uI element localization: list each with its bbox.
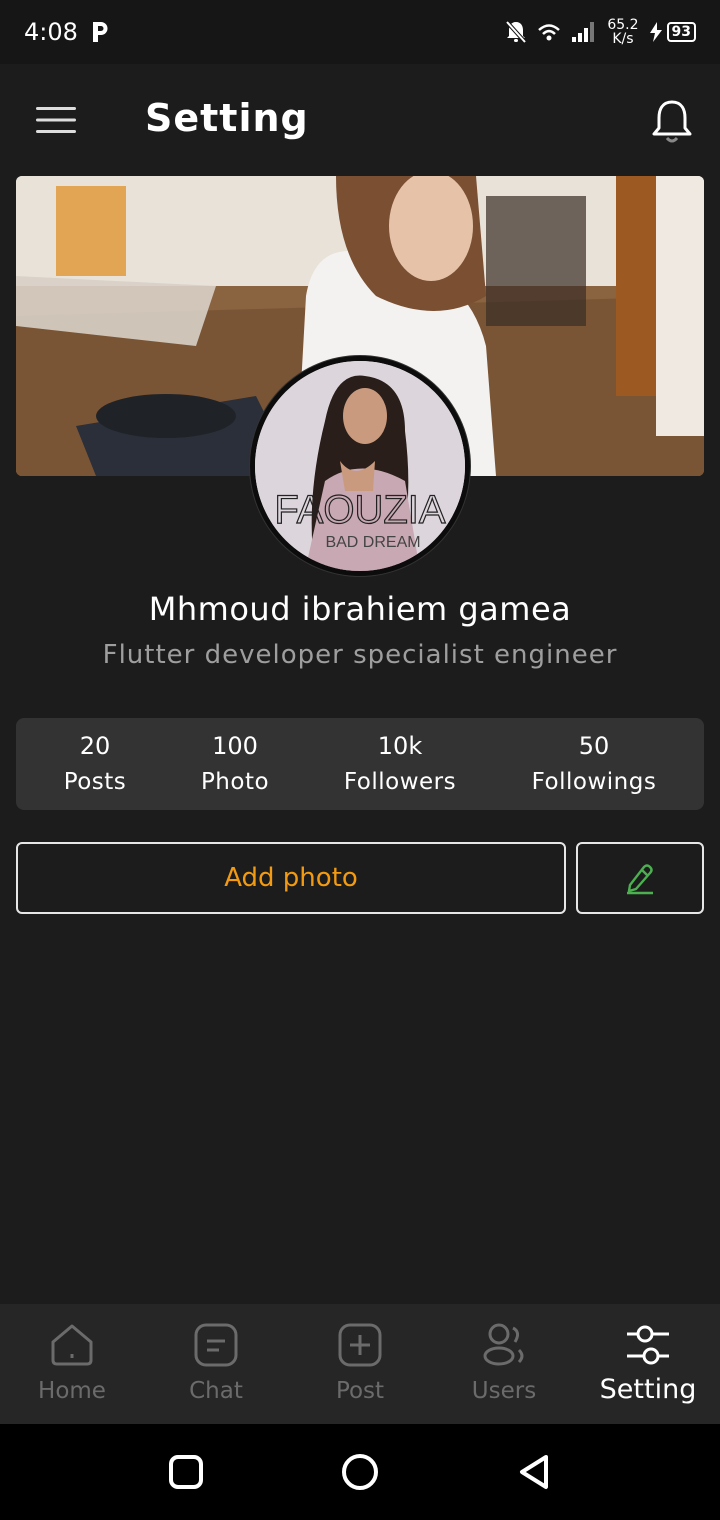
nav-item-home[interactable]: Home <box>0 1304 144 1424</box>
stat-posts[interactable]: 20 Posts <box>44 730 146 802</box>
stat-followings[interactable]: 50 Followings <box>516 730 672 802</box>
status-time: 4:08 <box>24 18 78 46</box>
nav-label-post: Post <box>335 1378 385 1404</box>
stat-followers[interactable]: 10k Followers <box>330 730 470 802</box>
nav-label-users: Users <box>471 1378 537 1404</box>
status-icons: 65.2 K/s 93 <box>505 16 696 48</box>
nav-label-home: Home <box>38 1378 106 1404</box>
stat-photos[interactable]: 100 Photo <box>184 730 286 802</box>
edit-pencil-icon <box>627 864 653 895</box>
bottom-navigation: Home Chat Post Users Setting <box>0 1304 720 1424</box>
network-speed: 65.2 K/s <box>607 18 638 46</box>
battery-level: 93 <box>666 22 696 42</box>
edit-profile-button[interactable] <box>576 842 704 914</box>
profile-name: Mhmoud ibrahiem gamea <box>148 590 572 628</box>
network-speed-unit: K/s <box>612 31 634 47</box>
stat-label: Posts <box>63 769 127 795</box>
status-bar: 4:08 65.2 K/s 93 <box>0 0 720 64</box>
nav-label-chat: Chat <box>189 1378 243 1404</box>
nav-item-post[interactable]: Post <box>288 1304 432 1424</box>
network-speed-value: 65.2 <box>607 17 639 33</box>
system-navigation-bar <box>0 1424 720 1520</box>
nav-item-setting[interactable]: Setting <box>576 1304 720 1424</box>
add-post-icon <box>338 1323 382 1367</box>
add-photo-button[interactable]: Add photo <box>16 842 566 914</box>
stat-label: Followings <box>531 769 657 795</box>
app-bar: Setting <box>0 64 720 176</box>
stat-value: 20 <box>79 732 111 760</box>
avatar-subtitle-text: BAD DREAM <box>325 534 420 551</box>
wifi-icon <box>538 24 561 41</box>
cell-signal-icon <box>572 22 595 42</box>
menu-icon[interactable] <box>36 106 76 134</box>
home-icon <box>51 1324 93 1366</box>
profile-avatar[interactable]: FAOUZIA BAD DREAM <box>250 356 470 576</box>
stat-value: 10k <box>377 732 423 760</box>
nav-label-setting: Setting <box>599 1374 697 1405</box>
users-icon <box>483 1323 524 1366</box>
profile-stats: 20 Posts 100 Photo 10k Followers 50 Foll… <box>16 718 704 810</box>
recent-apps-icon[interactable] <box>168 1452 204 1492</box>
avatar-image: FAOUZIA BAD DREAM <box>255 361 465 571</box>
battery-indicator: 93 <box>649 22 696 42</box>
nav-item-chat[interactable]: Chat <box>144 1304 288 1424</box>
notifications-muted-icon <box>505 20 527 44</box>
stat-label: Followers <box>343 769 457 795</box>
avatar-title-text: FAOUZIA <box>274 488 445 532</box>
stat-value: 50 <box>578 732 610 760</box>
stat-label: Photo <box>200 769 270 795</box>
charging-icon <box>649 22 662 42</box>
settings-sliders-icon <box>627 1325 669 1365</box>
page-title: Setting <box>145 96 309 140</box>
nav-item-users[interactable]: Users <box>432 1304 576 1424</box>
stat-value: 100 <box>212 732 258 760</box>
chat-icon <box>194 1323 238 1367</box>
home-button-icon[interactable] <box>340 1452 380 1492</box>
back-icon[interactable] <box>514 1452 554 1492</box>
profile-bio: Flutter developer specialist engineer <box>102 640 618 670</box>
parking-app-icon <box>93 22 108 42</box>
notification-bell-icon[interactable] <box>650 98 694 144</box>
